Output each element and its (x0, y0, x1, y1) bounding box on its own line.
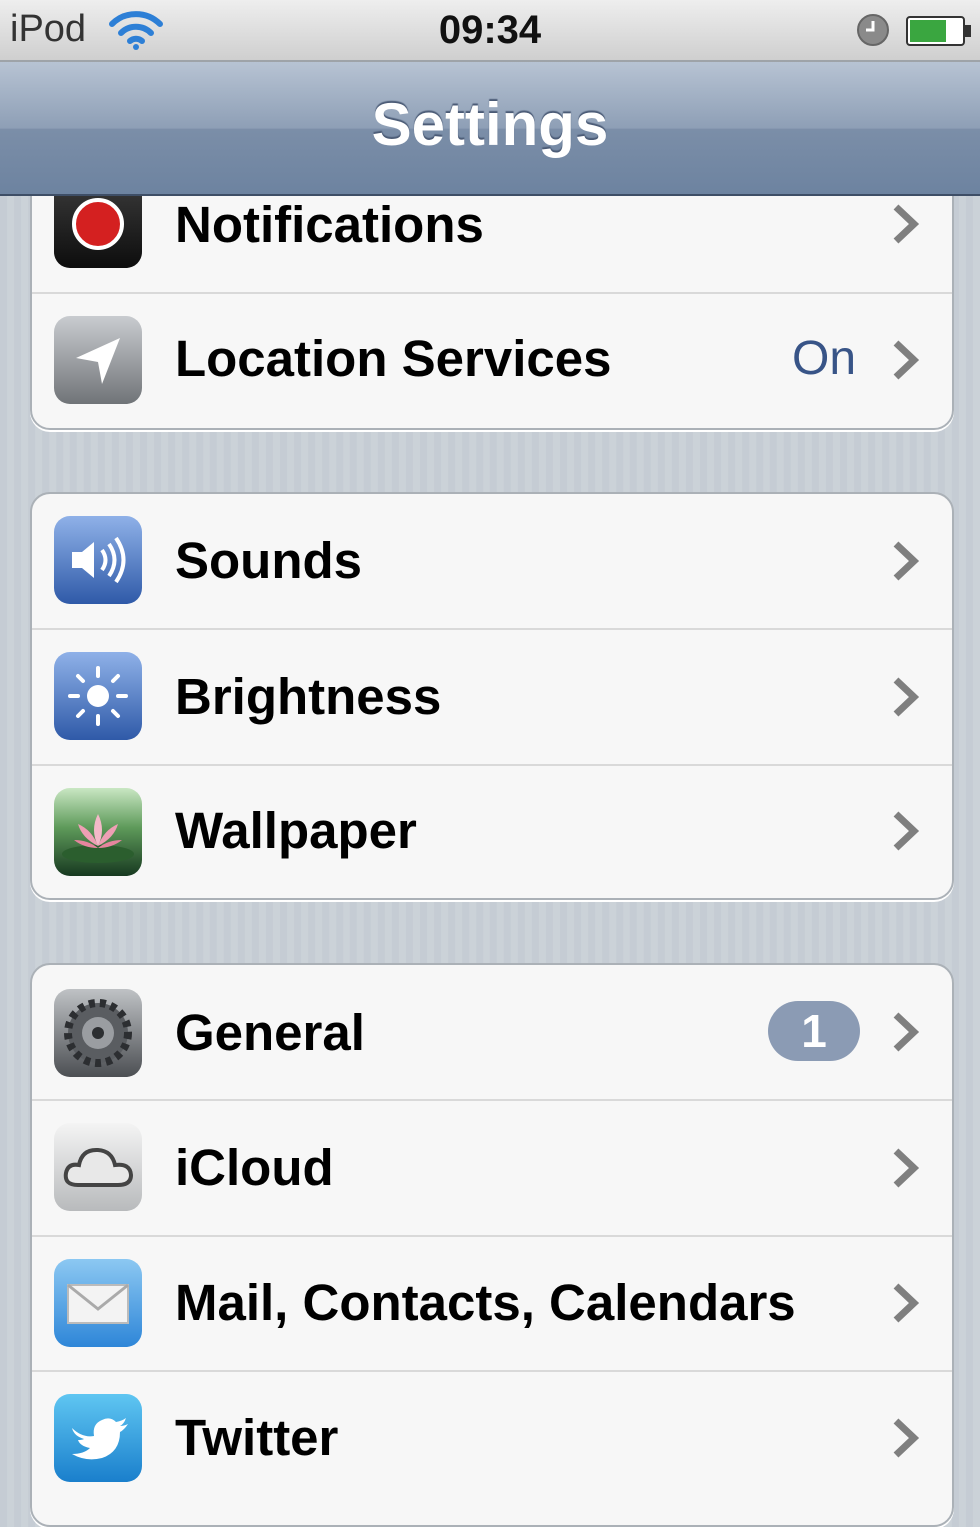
location-services-value: On (792, 332, 857, 385)
settings-row-label: Twitter (175, 1409, 339, 1466)
chevron-right-icon (890, 1147, 920, 1194)
settings-row-label: iCloud (175, 1139, 334, 1196)
chevron-right-icon (890, 540, 920, 587)
settings-row-label: Location Services (175, 330, 612, 387)
chevron-right-icon (890, 339, 920, 386)
settings-group-3: General 1 iCloud Mail, Contacts, Calenda… (30, 963, 954, 1527)
twitter-bird-icon (54, 1394, 142, 1482)
battery-icon (906, 14, 972, 53)
settings-row-general[interactable]: General 1 (32, 965, 952, 1099)
settings-row-mail-contacts-calendars[interactable]: Mail, Contacts, Calendars (32, 1235, 952, 1371)
settings-row-label: Mail, Contacts, Calendars (175, 1274, 796, 1331)
clock-time: 09:34 (438, 8, 542, 52)
settings-row-label: Brightness (175, 668, 442, 725)
settings-row-label: Sounds (175, 532, 362, 589)
page-title: Settings (371, 91, 609, 158)
settings-row-location-services[interactable]: Location Services On (32, 292, 952, 428)
sun-icon (54, 652, 142, 740)
settings-row-icloud[interactable]: iCloud (32, 1099, 952, 1235)
settings-row-wallpaper[interactable]: Wallpaper (32, 764, 952, 898)
chevron-right-icon (890, 810, 920, 857)
status-bar: iPod 09:34 (0, 0, 980, 62)
settings-row-twitter[interactable]: Twitter (32, 1370, 952, 1506)
chevron-right-icon (890, 203, 920, 250)
chevron-right-icon (890, 1417, 920, 1464)
clock-icon (856, 13, 890, 52)
chevron-right-icon (890, 676, 920, 723)
settings-row-sounds[interactable]: Sounds (32, 494, 952, 628)
lotus-flower-icon (54, 788, 142, 876)
update-count-badge: 1 (768, 1001, 860, 1061)
gears-icon (54, 989, 142, 1077)
location-arrow-icon (54, 316, 142, 404)
cloud-icon (54, 1123, 142, 1211)
chevron-right-icon (890, 1011, 920, 1058)
speaker-icon (54, 516, 142, 604)
chevron-right-icon (890, 1282, 920, 1329)
settings-row-label: General (175, 1004, 365, 1061)
settings-row-brightness[interactable]: Brightness (32, 628, 952, 764)
envelope-icon (54, 1259, 142, 1347)
settings-group-2: Sounds Brightness Wallpaper (30, 492, 954, 900)
settings-row-label: Notifications (175, 196, 484, 253)
navigation-bar: Settings (0, 62, 980, 196)
settings-row-label: Wallpaper (175, 802, 417, 859)
